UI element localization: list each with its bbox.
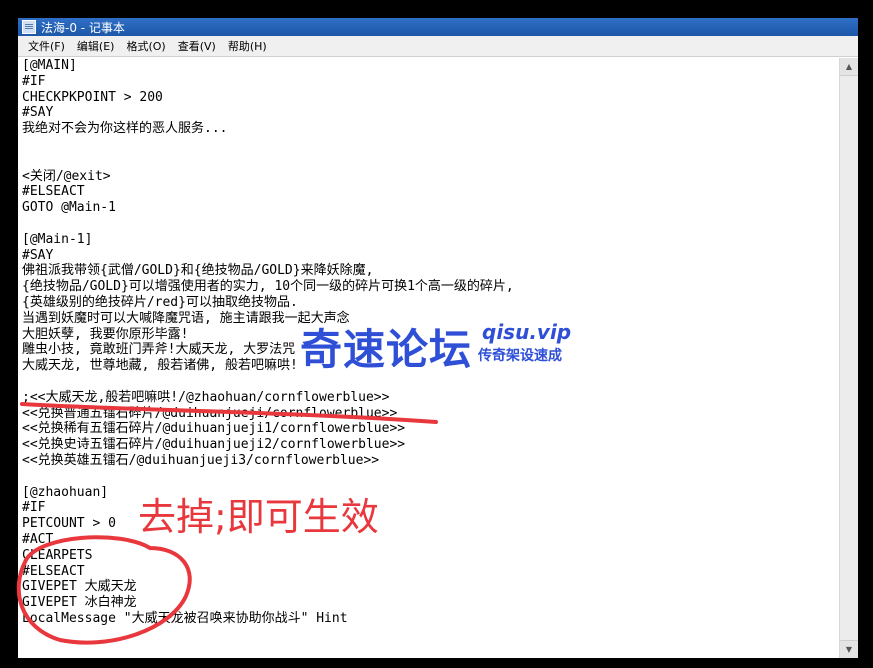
text-line: [@Main-1] — [22, 231, 93, 247]
text-line: #ELSEACT — [22, 184, 85, 200]
text-line: CLEARPETS — [22, 547, 93, 563]
text-line: 佛祖派我带领{武僧/GOLD}和{绝技物品/GOLD}来降妖除魔, — [22, 263, 374, 279]
text-line: <<兑换英雄五镭石/@duihuanjueji3/cornflowerblue>… — [22, 452, 380, 468]
text-line: [@MAIN] — [22, 58, 77, 73]
text-line: <关闭/@exit> — [22, 168, 111, 184]
text-line: {英雄级别的绝技碎片/red}可以抽取绝技物品. — [22, 294, 298, 310]
menu-edit[interactable]: 编辑(E) — [71, 38, 121, 54]
text-line — [20, 216, 838, 232]
text-line: #IF — [22, 73, 46, 89]
menu-view[interactable]: 查看(V) — [172, 38, 222, 54]
text-line: GIVEPET 冰白神龙 — [22, 595, 137, 611]
notepad-icon — [22, 20, 36, 34]
text-line: #SAY — [22, 247, 54, 263]
text-line: <<兑换普通五镭石碎片/@duihuanjueji/cornflowerblue… — [22, 405, 398, 421]
text-line: ;<<大威天龙,般若吧嘛哄!/@zhaohuan/cornflowerblue>… — [22, 389, 390, 405]
text-line — [20, 469, 838, 485]
text-line: <<兑换史诗五镭石碎片/@duihuanjueji2/cornflowerblu… — [22, 437, 406, 453]
text-line: #ELSEACT — [22, 563, 85, 579]
scroll-up-icon[interactable]: ▲ — [840, 58, 858, 76]
watermark-url: qisu.vip — [482, 320, 572, 344]
annotation-text: 去掉;即可生效 — [138, 495, 379, 539]
text-line: <<兑换稀有五镭石碎片/@duihuanjueji1/cornflowerblu… — [22, 421, 406, 437]
text-line: LocalMessage "大威天龙被召唤来协助你战斗" Hint — [22, 610, 348, 626]
text-line — [20, 137, 838, 153]
menu-format[interactable]: 格式(O) — [120, 38, 171, 54]
text-line: CHECKPKPOINT > 200 — [22, 89, 163, 105]
text-line: GIVEPET 大威天龙 — [22, 579, 137, 595]
text-line — [20, 153, 838, 169]
title-bar: 法海-0 - 记事本 — [18, 18, 858, 36]
menu-file[interactable]: 文件(F) — [22, 38, 71, 54]
watermark-subtitle: 传奇架设速成 — [478, 348, 562, 364]
menu-bar: 文件(F) 编辑(E) 格式(O) 查看(V) 帮助(H) — [18, 36, 858, 57]
menu-help[interactable]: 帮助(H) — [222, 38, 273, 54]
text-line: GOTO @Main-1 — [22, 200, 116, 216]
text-line: #SAY — [22, 105, 54, 121]
window-title: 法海-0 - 记事本 — [41, 20, 125, 35]
scroll-down-icon[interactable]: ▼ — [840, 640, 858, 658]
vertical-scrollbar[interactable]: ▲ ▼ — [839, 58, 858, 658]
text-line: {绝技物品/GOLD}可以增强使用者的实力, 10个同一级的碎片可换1个高一级的… — [22, 279, 514, 295]
text-line: 我绝对不会为你这样的恶人服务... — [22, 121, 228, 137]
watermark-title: 奇速论坛 — [300, 325, 473, 374]
